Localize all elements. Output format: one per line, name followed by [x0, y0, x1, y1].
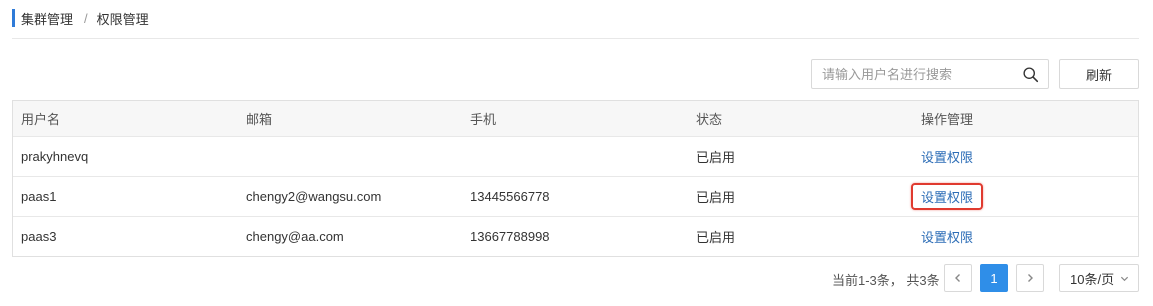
table-row: prakyhnevq 已启用 设置权限	[13, 136, 1138, 176]
page-button-current[interactable]: 1	[980, 264, 1008, 292]
breadcrumb: 集群管理 / 权限管理	[12, 9, 149, 27]
cell-email: chengy@aa.com	[246, 229, 344, 244]
column-header-status: 状态	[696, 112, 723, 127]
cell-username: prakyhnevq	[21, 149, 89, 164]
cell-username: paas1	[21, 189, 57, 204]
user-permission-table: 用户名 邮箱 手机 状态 操作管理 prakyhnevq 已启用 设置权限 pa…	[12, 100, 1139, 257]
cell-actions: 设置权限	[913, 147, 1138, 166]
cell-status: 已启用	[696, 150, 736, 165]
pagination: 当前1-3条， 共3条 1 10条/页	[0, 264, 1153, 292]
set-permission-link[interactable]: 设置权限	[921, 227, 973, 246]
breadcrumb-separator: /	[84, 10, 88, 26]
header-divider	[12, 38, 1139, 39]
page-size-select[interactable]: 10条/页	[1059, 264, 1139, 292]
table-row: paas3 chengy@aa.com 13667788998 已启用 设置权限	[13, 216, 1138, 256]
column-header-email: 邮箱	[246, 112, 273, 127]
search-icon[interactable]	[1022, 66, 1039, 83]
table-header: 用户名 邮箱 手机 状态 操作管理	[13, 101, 1138, 136]
breadcrumb-item-permission: 权限管理	[96, 11, 149, 27]
cell-actions: 设置权限	[913, 227, 1138, 246]
chevron-left-icon	[955, 274, 960, 282]
table-row: paas1 chengy2@wangsu.com 13445566778 已启用…	[13, 176, 1138, 216]
cell-phone: 13445566778	[470, 189, 550, 204]
cell-phone: 13667788998	[470, 229, 550, 244]
refresh-button[interactable]: 刷新	[1059, 59, 1139, 89]
search-box	[811, 59, 1049, 89]
cell-status: 已启用	[696, 230, 736, 245]
page-size-value: 10条/页	[1070, 271, 1115, 287]
breadcrumb-item-cluster[interactable]: 集群管理	[21, 9, 73, 28]
pagination-total: 当前1-3条， 共3条	[832, 273, 940, 288]
prev-page-button[interactable]	[944, 264, 972, 292]
column-header-username: 用户名	[21, 112, 61, 127]
cell-actions: 设置权限	[911, 183, 1138, 210]
set-permission-link[interactable]: 设置权限	[921, 147, 973, 166]
cell-status: 已启用	[696, 190, 736, 205]
cell-email: chengy2@wangsu.com	[246, 189, 382, 204]
cell-username: paas3	[21, 229, 57, 244]
search-input[interactable]	[812, 60, 1017, 88]
next-page-button[interactable]	[1016, 264, 1044, 292]
chevron-down-icon	[1121, 276, 1129, 281]
column-header-actions: 操作管理	[921, 112, 974, 127]
column-header-phone: 手机	[470, 112, 497, 127]
set-permission-link-highlighted[interactable]: 设置权限	[911, 183, 984, 210]
chevron-right-icon	[1028, 274, 1033, 282]
